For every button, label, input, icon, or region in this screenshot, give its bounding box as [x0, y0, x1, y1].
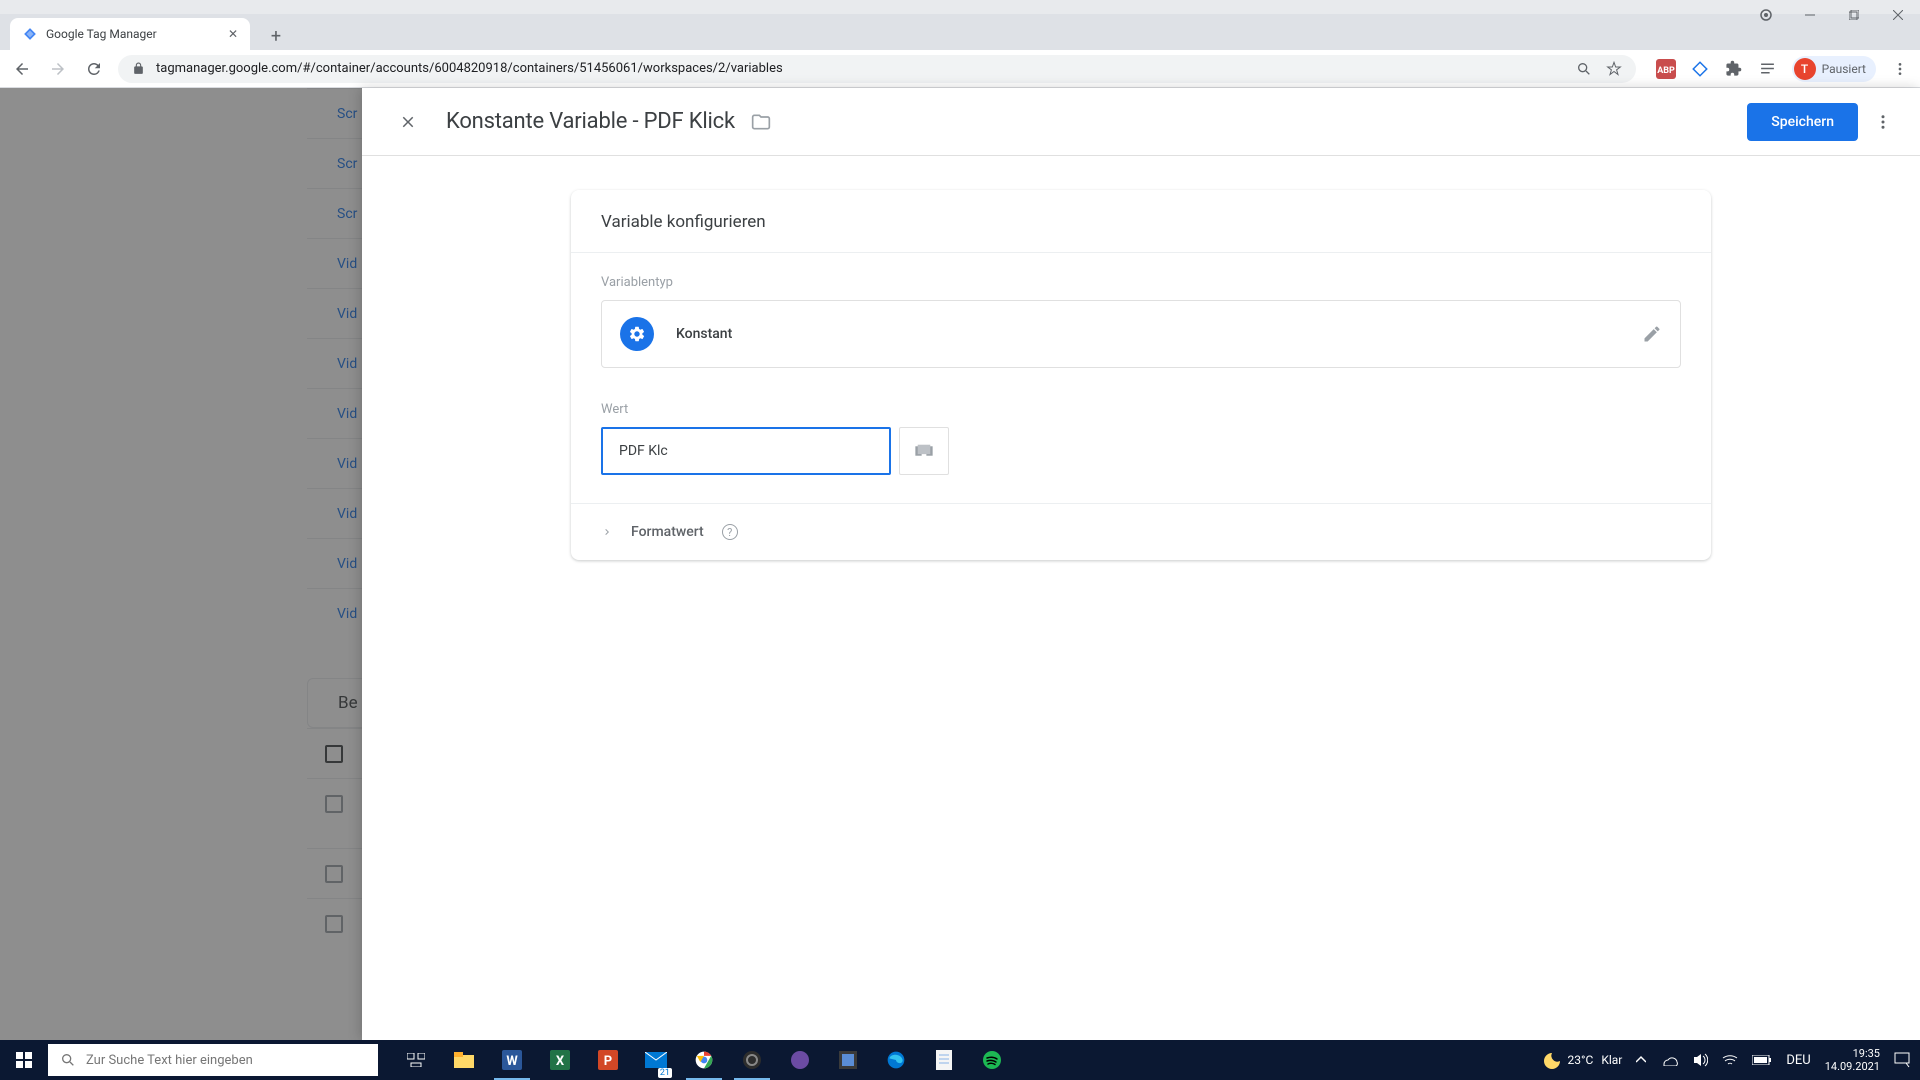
profile-chip[interactable]: T Pausiert — [1792, 56, 1876, 82]
volume-icon[interactable] — [1692, 1053, 1708, 1067]
forward-button[interactable] — [46, 57, 70, 81]
word-icon[interactable]: W — [488, 1040, 536, 1080]
weather-temp: 23°C — [1568, 1053, 1594, 1067]
close-window-button[interactable] — [1876, 0, 1920, 30]
spotify-icon[interactable] — [968, 1040, 1016, 1080]
chrome-menu-icon[interactable] — [1890, 59, 1910, 79]
task-view-icon[interactable] — [392, 1040, 440, 1080]
maximize-button[interactable] — [1832, 0, 1876, 30]
insert-variable-button[interactable] — [899, 427, 949, 475]
clock-time: 19:35 — [1825, 1047, 1880, 1060]
card-title: Variable konfigurieren — [571, 190, 1711, 253]
excel-icon[interactable]: X — [536, 1040, 584, 1080]
tab-title: Google Tag Manager — [46, 27, 157, 41]
back-button[interactable] — [10, 57, 34, 81]
language-indicator[interactable]: DEU — [1786, 1053, 1810, 1068]
edge-icon[interactable] — [872, 1040, 920, 1080]
search-placeholder: Zur Suche Text hier eingeben — [86, 1053, 253, 1068]
mail-icon[interactable]: 21 — [632, 1040, 680, 1080]
panel-more-icon[interactable] — [1874, 113, 1892, 131]
format-value-toggle[interactable]: Formatwert ? — [571, 503, 1711, 560]
onedrive-icon[interactable] — [1660, 1054, 1678, 1066]
weather-desc: Klar — [1601, 1053, 1622, 1067]
reading-list-icon[interactable] — [1758, 59, 1778, 79]
minimize-button[interactable] — [1788, 0, 1832, 30]
app-icon-1[interactable] — [776, 1040, 824, 1080]
browser-tabs: Google Tag Manager ✕ + — [0, 14, 1920, 50]
new-tab-button[interactable]: + — [262, 22, 290, 50]
search-omnibox-icon[interactable] — [1576, 61, 1592, 77]
type-label: Variablentyp — [601, 275, 1681, 290]
help-icon[interactable]: ? — [722, 524, 738, 540]
search-icon — [60, 1052, 76, 1068]
clock-date: 14.09.2021 — [1825, 1060, 1880, 1073]
config-card: Variable konfigurieren Variablentyp Kons… — [571, 190, 1711, 560]
svg-text:X: X — [556, 1054, 565, 1069]
profile-avatar: T — [1794, 58, 1816, 80]
tab-close-icon[interactable]: ✕ — [228, 27, 238, 41]
abp-extension-icon[interactable]: ABP — [1656, 59, 1676, 79]
tray-chevron-icon[interactable] — [1636, 1055, 1646, 1065]
gtm-favicon-icon — [22, 26, 38, 42]
wert-input[interactable] — [601, 427, 891, 475]
panel-header: Konstante Variable - PDF Klick Speichern — [362, 88, 1920, 156]
browser-toolbar: tagmanager.google.com/#/container/accoun… — [0, 50, 1920, 88]
windows-taskbar: Zur Suche Text hier eingeben W X P 21 23… — [0, 1040, 1920, 1080]
url-text: tagmanager.google.com/#/container/accoun… — [156, 61, 783, 76]
format-label: Formatwert — [631, 524, 704, 540]
bookmark-star-icon[interactable] — [1606, 61, 1622, 77]
svg-text:P: P — [604, 1054, 612, 1069]
notification-icon[interactable] — [1894, 1052, 1910, 1068]
extensions-puzzle-icon[interactable] — [1724, 59, 1744, 79]
taskbar-clock[interactable]: 19:35 14.09.2021 — [1825, 1047, 1880, 1073]
notepad-icon[interactable] — [920, 1040, 968, 1080]
pencil-icon — [1642, 324, 1662, 344]
svg-text:ABP: ABP — [1657, 66, 1675, 76]
type-value: Konstant — [676, 326, 732, 342]
chevron-right-icon — [601, 526, 613, 538]
powerpoint-icon[interactable]: P — [584, 1040, 632, 1080]
taskbar-search[interactable]: Zur Suche Text hier eingeben — [48, 1044, 378, 1076]
wert-label: Wert — [601, 402, 1681, 417]
weather-widget[interactable]: 23°C Klar — [1542, 1051, 1623, 1069]
file-explorer-icon[interactable] — [440, 1040, 488, 1080]
variable-edit-panel: Konstante Variable - PDF Klick Speichern… — [362, 88, 1920, 1040]
mail-badge: 21 — [658, 1068, 672, 1078]
panel-title[interactable]: Konstante Variable - PDF Klick — [446, 109, 735, 134]
reload-button[interactable] — [82, 57, 106, 81]
address-bar[interactable]: tagmanager.google.com/#/container/accoun… — [118, 55, 1636, 83]
moon-icon — [1542, 1051, 1560, 1069]
browser-tab[interactable]: Google Tag Manager ✕ — [10, 18, 250, 50]
variable-type-selector[interactable]: Konstant — [601, 300, 1681, 368]
profile-status-label: Pausiert — [1822, 62, 1866, 76]
tag-assistant-extension-icon[interactable] — [1690, 59, 1710, 79]
obs-icon[interactable] — [728, 1040, 776, 1080]
chrome-icon[interactable] — [680, 1040, 728, 1080]
lock-icon — [132, 62, 146, 76]
title-bar — [0, 0, 1920, 14]
gear-icon — [620, 317, 654, 351]
panel-body: Variable konfigurieren Variablentyp Kons… — [362, 156, 1920, 594]
account-dot-icon[interactable] — [1744, 0, 1788, 30]
app-icon-2[interactable] — [824, 1040, 872, 1080]
svg-text:W: W — [506, 1054, 518, 1069]
close-panel-button[interactable] — [390, 104, 426, 140]
wifi-icon[interactable] — [1722, 1054, 1738, 1066]
folder-icon[interactable] — [751, 112, 771, 132]
start-button[interactable] — [0, 1040, 48, 1080]
save-button[interactable]: Speichern — [1747, 103, 1858, 141]
battery-icon[interactable] — [1752, 1055, 1772, 1065]
